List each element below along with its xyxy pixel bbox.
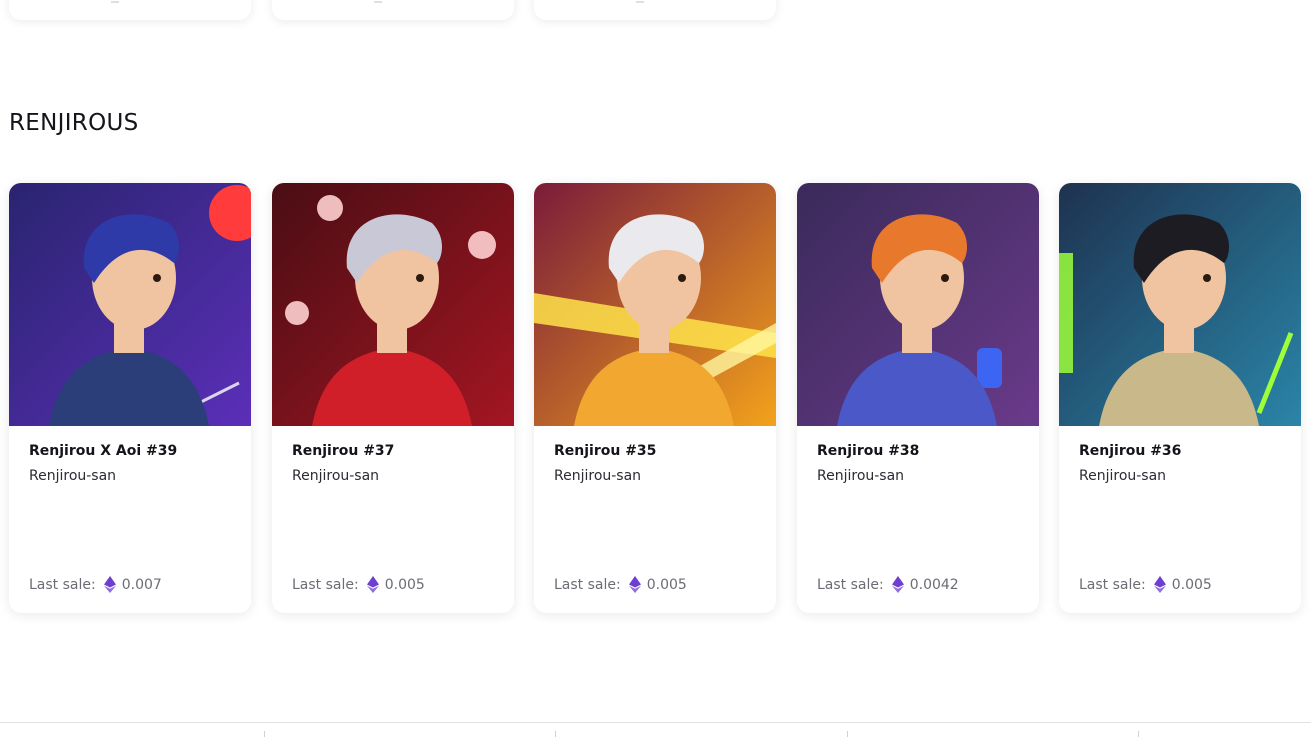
- ethereum-icon: [1153, 576, 1166, 593]
- last-sale-label: Last sale:: [817, 576, 884, 593]
- ethereum-icon: [366, 576, 379, 593]
- last-sale-label: Last sale:: [292, 576, 359, 593]
- last-sale-label: Last sale:: [29, 576, 96, 593]
- visor-light-beams-art[interactable]: [534, 183, 776, 426]
- nft-name[interactable]: Renjirou #38: [817, 443, 919, 459]
- headphones-blue-hoodie-art[interactable]: [797, 183, 1039, 426]
- section-title: RENJIROUS: [9, 110, 139, 136]
- last-sale: Last sale: 0.005: [1079, 576, 1212, 593]
- last-sale-label: Last sale:: [1079, 576, 1146, 593]
- last-sale-price: 0.005: [646, 576, 687, 593]
- ethereum-icon: [103, 576, 116, 593]
- last-sale: Last sale: 0.007: [29, 576, 162, 593]
- nft-name[interactable]: Renjirou #35: [554, 443, 656, 459]
- last-sale-label: Last sale:: [554, 576, 621, 593]
- last-sale: Last sale: 0.005: [292, 576, 425, 593]
- nft-card[interactable]: Renjirou #35 Renjirou-san Last sale: 0.0…: [534, 183, 776, 613]
- collection-page: RENJIROUS Renjirou X Aoi #39 Renjirou-sa…: [0, 0, 1311, 737]
- nft-card[interactable]: Renjirou #36 Renjirou-san Last sale: 0.0…: [1059, 183, 1301, 613]
- nft-card[interactable]: Renjirou #37 Renjirou-san Last sale: 0.0…: [272, 183, 514, 613]
- last-sale-price: 0.005: [384, 576, 425, 593]
- nft-artwork: [534, 183, 776, 426]
- last-sale-price: 0.0042: [909, 576, 959, 593]
- last-sale: Last sale: 0.0042: [817, 576, 959, 593]
- footer-divider-tick: [847, 731, 848, 737]
- previous-card[interactable]: [9, 0, 251, 20]
- previous-card[interactable]: [534, 0, 776, 20]
- footer-divider-tick: [555, 731, 556, 737]
- red-jacket-skulls-art[interactable]: [272, 183, 514, 426]
- previous-card[interactable]: [272, 0, 514, 20]
- last-sale-price: 0.007: [121, 576, 162, 593]
- nft-artwork: [1059, 183, 1301, 426]
- nft-name[interactable]: Renjirou #37: [292, 443, 394, 459]
- nft-card[interactable]: Renjirou X Aoi #39 Renjirou-san Last sal…: [9, 183, 251, 613]
- creator-name[interactable]: Renjirou-san: [817, 468, 904, 484]
- creator-name[interactable]: Renjirou-san: [554, 468, 641, 484]
- creator-name[interactable]: Renjirou-san: [292, 468, 379, 484]
- nft-artwork: [9, 183, 251, 426]
- footer-divider-tick: [264, 731, 265, 737]
- creator-name[interactable]: Renjirou-san: [29, 468, 116, 484]
- nft-name[interactable]: Renjirou X Aoi #39: [29, 443, 177, 459]
- nft-card[interactable]: Renjirou #38 Renjirou-san Last sale: 0.0…: [797, 183, 1039, 613]
- footer-divider: [0, 722, 1311, 723]
- footer-divider-tick: [1138, 731, 1139, 737]
- ethereum-icon: [628, 576, 641, 593]
- camo-helmet-gun-art[interactable]: [1059, 183, 1301, 426]
- samurai-blue-hair-art[interactable]: [9, 183, 251, 426]
- nft-artwork: [797, 183, 1039, 426]
- nft-name[interactable]: Renjirou #36: [1079, 443, 1181, 459]
- ethereum-icon: [891, 576, 904, 593]
- last-sale-price: 0.005: [1171, 576, 1212, 593]
- last-sale: Last sale: 0.005: [554, 576, 687, 593]
- nft-artwork: [272, 183, 514, 426]
- creator-name[interactable]: Renjirou-san: [1079, 468, 1166, 484]
